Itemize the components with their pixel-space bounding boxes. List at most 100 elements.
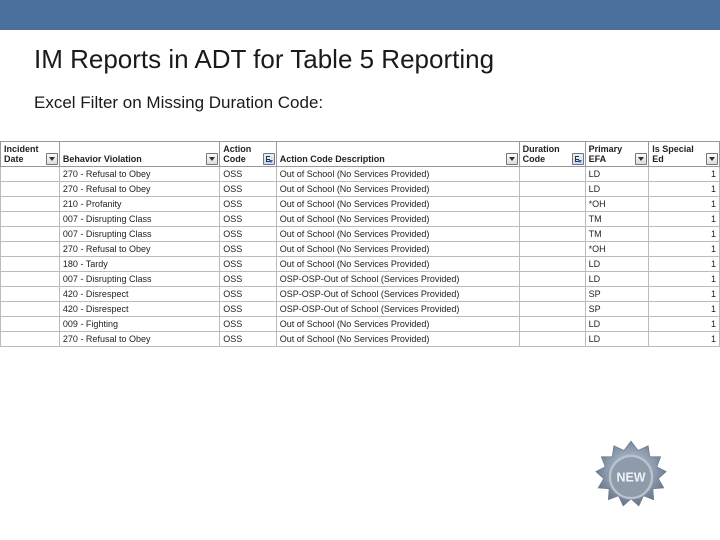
table-row: 007 - Disrupting ClassOSSOSP-OSP-Out of … xyxy=(1,272,720,287)
filter-dropdown-icon[interactable] xyxy=(506,153,518,165)
cell-behavior-violation: 420 - Disrespect xyxy=(59,302,219,317)
cell-action-code: OSS xyxy=(220,212,277,227)
cell-action-code: OSS xyxy=(220,167,277,182)
cell-primary-efa: LD xyxy=(585,272,649,287)
cell-behavior-violation: 007 - Disrupting Class xyxy=(59,212,219,227)
table-row: 420 - DisrespectOSSOSP-OSP-Out of School… xyxy=(1,287,720,302)
page-subtitle: Excel Filter on Missing Duration Code: xyxy=(34,93,686,113)
table-row: 270 - Refusal to ObeyOSSOut of School (N… xyxy=(1,167,720,182)
filter-dropdown-active-icon[interactable] xyxy=(572,153,584,165)
cell-behavior-violation: 007 - Disrupting Class xyxy=(59,272,219,287)
cell-primary-efa: LD xyxy=(585,182,649,197)
cell-duration-code xyxy=(519,212,585,227)
cell-is-special-ed: 1 xyxy=(649,227,720,242)
cell-action-code: OSS xyxy=(220,197,277,212)
cell-primary-efa: LD xyxy=(585,317,649,332)
cell-primary-efa: LD xyxy=(585,332,649,347)
cell-primary-efa: TM xyxy=(585,227,649,242)
cell-action-code: OSS xyxy=(220,257,277,272)
col-header-is-special-ed[interactable]: Is Special Ed xyxy=(649,142,720,167)
cell-action-code: OSS xyxy=(220,272,277,287)
table-row: 270 - Refusal to ObeyOSSOut of School (N… xyxy=(1,332,720,347)
table-header-row: Incident Date Behavior Violation Action … xyxy=(1,142,720,167)
filter-dropdown-icon[interactable] xyxy=(46,153,58,165)
cell-behavior-violation: 420 - Disrespect xyxy=(59,287,219,302)
cell-behavior-violation: 270 - Refusal to Obey xyxy=(59,167,219,182)
cell-duration-code xyxy=(519,197,585,212)
cell-action-code-desc: Out of School (No Services Provided) xyxy=(276,182,519,197)
table-row: 007 - Disrupting ClassOSSOut of School (… xyxy=(1,227,720,242)
cell-is-special-ed: 1 xyxy=(649,197,720,212)
cell-incident-date xyxy=(1,272,60,287)
cell-incident-date xyxy=(1,317,60,332)
cell-is-special-ed: 1 xyxy=(649,317,720,332)
slide-content: IM Reports in ADT for Table 5 Reporting … xyxy=(0,30,720,347)
cell-duration-code xyxy=(519,242,585,257)
cell-is-special-ed: 1 xyxy=(649,257,720,272)
cell-is-special-ed: 1 xyxy=(649,287,720,302)
col-header-incident-date[interactable]: Incident Date xyxy=(1,142,60,167)
col-header-label: Behavior Violation xyxy=(63,154,156,164)
col-header-behavior-violation[interactable]: Behavior Violation xyxy=(59,142,219,167)
cell-action-code-desc: Out of School (No Services Provided) xyxy=(276,332,519,347)
table-row: 007 - Disrupting ClassOSSOut of School (… xyxy=(1,212,720,227)
cell-behavior-violation: 009 - Fighting xyxy=(59,317,219,332)
cell-duration-code xyxy=(519,167,585,182)
cell-incident-date xyxy=(1,227,60,242)
cell-is-special-ed: 1 xyxy=(649,332,720,347)
filter-dropdown-active-icon[interactable] xyxy=(263,153,275,165)
col-header-duration-code[interactable]: Duration Code xyxy=(519,142,585,167)
table-body: 270 - Refusal to ObeyOSSOut of School (N… xyxy=(1,167,720,347)
filter-dropdown-icon[interactable] xyxy=(635,153,647,165)
table-row: 210 - ProfanityOSSOut of School (No Serv… xyxy=(1,197,720,212)
cell-primary-efa: LD xyxy=(585,257,649,272)
cell-is-special-ed: 1 xyxy=(649,167,720,182)
cell-action-code: OSS xyxy=(220,317,277,332)
filter-dropdown-icon[interactable] xyxy=(206,153,218,165)
cell-incident-date xyxy=(1,182,60,197)
cell-action-code-desc: OSP-OSP-Out of School (Services Provided… xyxy=(276,287,519,302)
cell-incident-date xyxy=(1,332,60,347)
table-row: 420 - DisrespectOSSOSP-OSP-Out of School… xyxy=(1,302,720,317)
filter-dropdown-icon[interactable] xyxy=(706,153,718,165)
cell-action-code: OSS xyxy=(220,287,277,302)
badge-text: NEW xyxy=(616,471,645,485)
cell-primary-efa: SP xyxy=(585,302,649,317)
table-row: 009 - FightingOSSOut of School (No Servi… xyxy=(1,317,720,332)
cell-behavior-violation: 270 - Refusal to Obey xyxy=(59,242,219,257)
table-row: 270 - Refusal to ObeyOSSOut of School (N… xyxy=(1,182,720,197)
cell-incident-date xyxy=(1,242,60,257)
cell-action-code: OSS xyxy=(220,332,277,347)
page-title: IM Reports in ADT for Table 5 Reporting xyxy=(34,44,686,75)
cell-primary-efa: LD xyxy=(585,167,649,182)
cell-incident-date xyxy=(1,167,60,182)
cell-action-code-desc: Out of School (No Services Provided) xyxy=(276,227,519,242)
cell-duration-code xyxy=(519,317,585,332)
cell-action-code: OSS xyxy=(220,242,277,257)
cell-action-code: OSS xyxy=(220,302,277,317)
cell-action-code-desc: Out of School (No Services Provided) xyxy=(276,317,519,332)
cell-action-code: OSS xyxy=(220,227,277,242)
cell-action-code-desc: Out of School (No Services Provided) xyxy=(276,257,519,272)
cell-incident-date xyxy=(1,212,60,227)
cell-primary-efa: TM xyxy=(585,212,649,227)
cell-is-special-ed: 1 xyxy=(649,242,720,257)
col-header-action-code-desc[interactable]: Action Code Description xyxy=(276,142,519,167)
cell-behavior-violation: 270 - Refusal to Obey xyxy=(59,182,219,197)
col-header-action-code[interactable]: Action Code xyxy=(220,142,277,167)
cell-duration-code xyxy=(519,182,585,197)
table-row: 180 - TardyOSSOut of School (No Services… xyxy=(1,257,720,272)
cell-incident-date xyxy=(1,302,60,317)
cell-is-special-ed: 1 xyxy=(649,302,720,317)
cell-action-code-desc: Out of School (No Services Provided) xyxy=(276,167,519,182)
cell-duration-code xyxy=(519,287,585,302)
col-header-primary-efa[interactable]: Primary EFA xyxy=(585,142,649,167)
cell-duration-code xyxy=(519,302,585,317)
cell-action-code-desc: Out of School (No Services Provided) xyxy=(276,242,519,257)
slide-header-bar xyxy=(0,0,720,30)
cell-primary-efa: SP xyxy=(585,287,649,302)
cell-primary-efa: *OH xyxy=(585,242,649,257)
starburst-icon: NEW xyxy=(592,438,670,516)
col-header-label: Action Code Description xyxy=(280,154,399,164)
cell-behavior-violation: 007 - Disrupting Class xyxy=(59,227,219,242)
